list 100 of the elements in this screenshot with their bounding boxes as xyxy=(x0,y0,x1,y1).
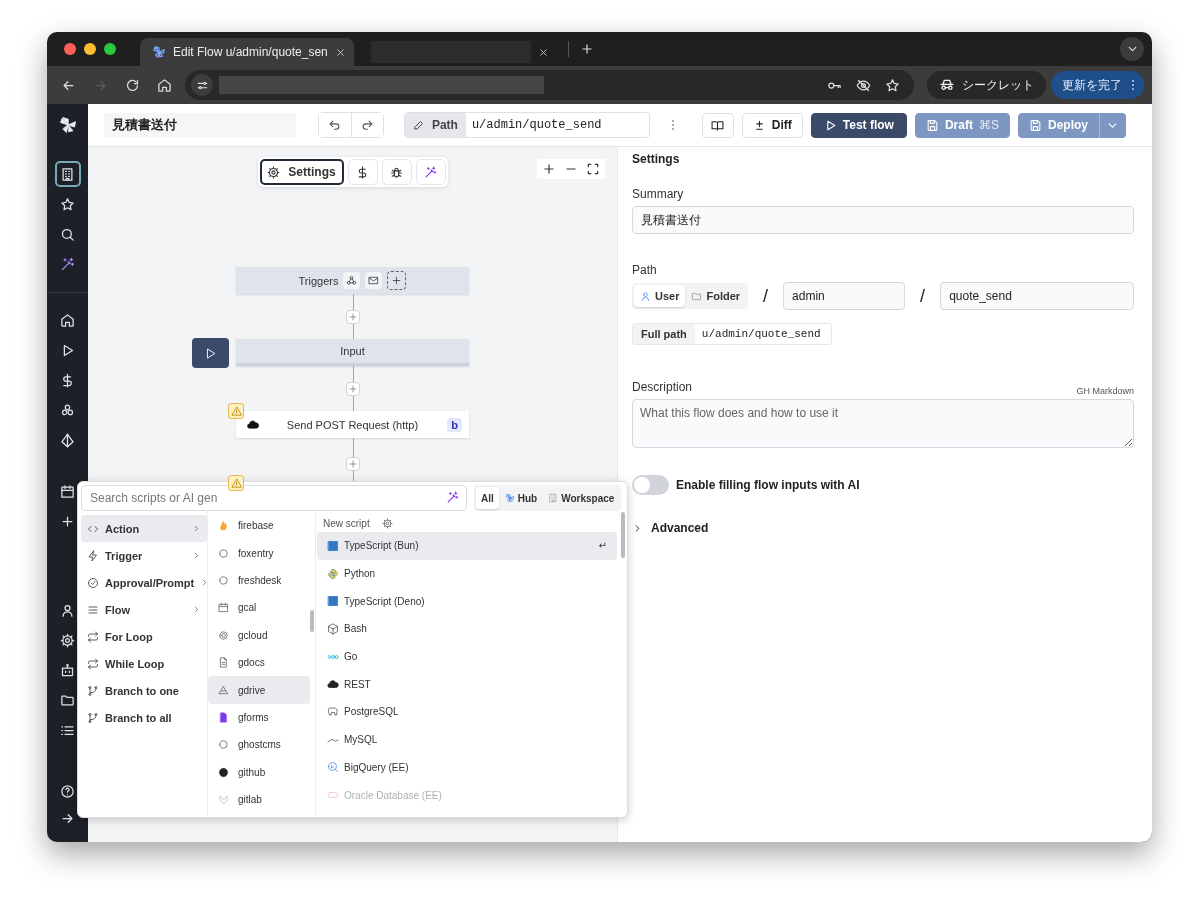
run-button[interactable] xyxy=(192,338,229,368)
settings-icon[interactable] xyxy=(381,518,393,529)
arrow-right-icon xyxy=(60,811,75,826)
triggers-node[interactable]: Triggers xyxy=(236,267,469,294)
node-label: Triggers xyxy=(298,274,339,287)
pinwheel-icon xyxy=(504,493,515,503)
category-item[interactable]: Branch to one xyxy=(81,677,207,704)
integration-item[interactable]: github xyxy=(208,758,310,786)
language-item[interactable]: BigQuery (EE) xyxy=(317,753,617,782)
integration-item[interactable]: ghostcms xyxy=(208,731,310,759)
close-icon[interactable] xyxy=(537,46,549,58)
language-item[interactable]: PostgreSQL xyxy=(317,698,617,726)
star-icon[interactable] xyxy=(885,77,900,93)
scrollbar-thumb[interactable] xyxy=(310,610,314,632)
integration-item[interactable]: freshdesk xyxy=(208,566,310,595)
integration-item[interactable]: foxentry xyxy=(208,539,310,567)
mail-icon xyxy=(368,275,380,286)
bug-tab[interactable] xyxy=(381,159,412,185)
browser-tab[interactable]: Edit Flow u/admin/quote_sen xyxy=(140,38,354,66)
integration-item[interactable]: gdrive xyxy=(208,676,310,704)
branch-icon xyxy=(87,684,99,697)
owner-field[interactable]: admin xyxy=(783,282,906,310)
maximize-window-button[interactable] xyxy=(104,43,116,55)
category-item[interactable]: Flow xyxy=(81,596,207,623)
play-icon xyxy=(204,346,217,360)
test-flow-button[interactable]: Test flow xyxy=(810,112,907,138)
flow-title-field[interactable]: 見積書送付 xyxy=(104,113,296,137)
trigger-chip[interactable] xyxy=(343,272,361,289)
add-trigger-button[interactable] xyxy=(387,271,407,290)
settings-tab[interactable]: Settings xyxy=(259,159,344,185)
reload-icon[interactable] xyxy=(125,77,140,93)
summary-label: Summary xyxy=(632,187,685,201)
eye-off-icon[interactable] xyxy=(856,77,871,93)
language-item[interactable]: Python xyxy=(317,559,617,588)
plus-icon xyxy=(60,513,75,529)
category-item[interactable]: While Loop xyxy=(81,650,207,677)
webhook-icon xyxy=(346,275,358,286)
home-icon[interactable] xyxy=(157,77,172,93)
language-item[interactable]: Go xyxy=(317,642,617,671)
integration-item[interactable]: gforms xyxy=(208,703,310,732)
integration-item[interactable]: gcloud xyxy=(208,621,310,649)
search-field[interactable]: Search scripts or AI gen xyxy=(81,485,467,511)
sidebar-button[interactable] xyxy=(54,161,81,187)
plus-icon xyxy=(347,311,358,322)
plus-icon[interactable] xyxy=(542,162,556,176)
summary-field[interactable]: 見積書送付 xyxy=(632,206,1134,234)
integration-item[interactable]: firebase xyxy=(208,512,310,540)
plus-icon xyxy=(347,383,358,394)
language-item[interactable]: TypeScript (Bun) ↵ xyxy=(317,532,617,560)
category-item[interactable]: Action xyxy=(81,515,207,542)
site-info-button[interactable] xyxy=(191,74,213,96)
search-icon xyxy=(60,226,75,242)
advanced-section-toggle[interactable]: Advanced xyxy=(632,521,709,535)
fullscreen-icon[interactable] xyxy=(586,162,600,176)
step-node[interactable]: Send POST Request (http) b xyxy=(236,411,469,438)
update-button[interactable]: 更新を完了 xyxy=(1051,71,1144,99)
doc-icon xyxy=(218,657,229,669)
category-item[interactable]: Trigger xyxy=(81,542,207,569)
filter-tab[interactable]: All xyxy=(476,487,499,509)
input-node[interactable]: Input xyxy=(236,339,469,366)
deploy-menu-button[interactable] xyxy=(1099,112,1126,138)
filter-tab[interactable]: Hub xyxy=(499,487,543,509)
close-window-button[interactable] xyxy=(64,43,76,55)
owner-type-option[interactable]: Folder xyxy=(685,285,747,307)
dollar-tab[interactable] xyxy=(347,159,378,185)
bug-icon xyxy=(390,165,403,179)
full-path-label: Full path xyxy=(633,324,695,344)
category-item[interactable]: For Loop xyxy=(81,623,207,650)
folder-icon xyxy=(60,692,75,708)
pinwheel-icon xyxy=(152,45,166,59)
category-item[interactable]: Approval/Prompt xyxy=(81,569,207,596)
language-item[interactable]: Bash xyxy=(317,615,617,643)
redo-button[interactable] xyxy=(350,113,383,137)
diff-button[interactable]: Diff xyxy=(741,112,803,138)
owner-type-option[interactable]: User xyxy=(634,285,686,307)
toggle-switch[interactable] xyxy=(632,475,669,495)
trigger-chip[interactable] xyxy=(365,272,383,289)
integration-item[interactable]: gcal xyxy=(208,594,310,622)
language-item[interactable]: TypeScript (Deno) xyxy=(317,587,617,616)
close-icon[interactable] xyxy=(334,46,346,58)
integration-item[interactable]: gitlab xyxy=(208,785,310,814)
plus-icon[interactable] xyxy=(579,42,594,56)
category-item[interactable]: Branch to all xyxy=(81,704,207,731)
magic-wand-icon[interactable] xyxy=(446,491,459,504)
integration-item[interactable]: gdocs xyxy=(208,648,310,677)
filter-tab[interactable]: Workspace xyxy=(543,487,620,509)
language-item[interactable]: REST xyxy=(317,670,617,699)
incognito-button[interactable]: シークレット xyxy=(927,71,1046,99)
tab-list-button[interactable] xyxy=(1120,37,1144,61)
minimize-window-button[interactable] xyxy=(84,43,96,55)
docs-button[interactable] xyxy=(701,112,734,138)
language-item[interactable]: MySQL xyxy=(317,725,617,754)
name-field[interactable]: quote_send xyxy=(940,282,1134,310)
path-separator: / xyxy=(920,285,926,307)
gcloud-icon xyxy=(218,629,229,641)
robot-icon xyxy=(60,662,75,678)
scrollbar-thumb[interactable] xyxy=(621,512,625,558)
user-icon xyxy=(640,290,651,302)
description-field[interactable]: What this flow does and how to use it xyxy=(632,399,1134,448)
form-icon xyxy=(218,711,229,723)
